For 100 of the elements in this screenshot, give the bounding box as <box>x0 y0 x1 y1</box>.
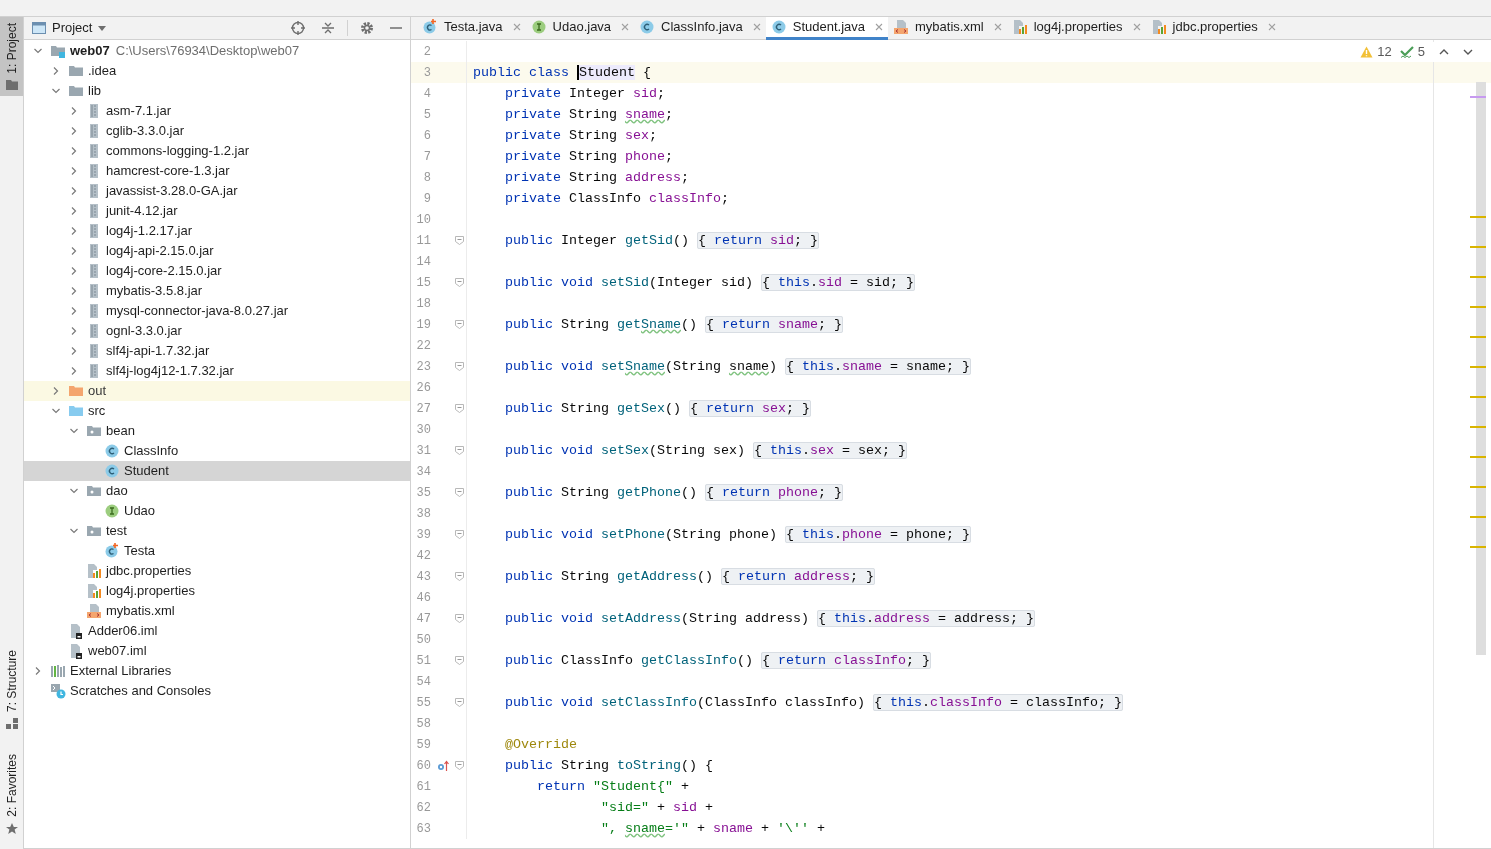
interface-icon <box>530 19 547 35</box>
tree-item[interactable]: Student <box>24 461 410 481</box>
editor-tab[interactable]: ClassInfo.java <box>634 17 766 40</box>
close-icon[interactable] <box>875 23 884 31</box>
fold-icon[interactable] <box>455 362 464 371</box>
tree-item[interactable]: Testa <box>24 541 410 561</box>
properties-file-icon <box>86 563 102 579</box>
scrollbar[interactable] <box>1476 82 1486 655</box>
close-icon[interactable] <box>752 23 761 31</box>
line-number: 23 <box>415 358 431 376</box>
line-number: 63 <box>415 820 431 838</box>
tree-item[interactable]: log4j-core-2.15.0.jar <box>24 261 410 281</box>
tree-item[interactable]: jdbc.properties <box>24 561 410 581</box>
tree-item[interactable]: log4j-1.2.17.jar <box>24 221 410 241</box>
tree-item[interactable]: src <box>24 401 410 421</box>
tree-item[interactable]: dao <box>24 481 410 501</box>
fold-icon[interactable] <box>455 446 464 455</box>
tree-item[interactable]: slf4j-log4j12-1.7.32.jar <box>24 361 410 381</box>
line-number: 7 <box>422 148 431 166</box>
line-number: 9 <box>422 190 431 208</box>
tree-item[interactable]: ognl-3.3.0.jar <box>24 321 410 341</box>
tree-item[interactable]: ClassInfo <box>24 441 410 461</box>
folder-icon <box>68 83 84 99</box>
tree-item[interactable]: log4j-api-2.15.0.jar <box>24 241 410 261</box>
package-icon <box>86 423 102 439</box>
close-icon[interactable] <box>1132 23 1141 31</box>
tree-item[interactable]: web07.iml <box>24 641 410 661</box>
editor-tab[interactable]: jdbc.properties <box>1145 17 1281 40</box>
fold-icon[interactable] <box>455 404 464 413</box>
editor-tab[interactable]: mybatis.xml <box>888 17 1007 40</box>
fold-icon[interactable] <box>455 236 464 245</box>
tree-item[interactable]: asm-7.1.jar <box>24 101 410 121</box>
tool-window-tab[interactable]: 7: Structure <box>0 644 23 737</box>
line-number: 27 <box>415 400 431 418</box>
file-icon <box>68 643 84 659</box>
fold-icon[interactable] <box>455 278 464 287</box>
fold-icon[interactable] <box>455 530 464 539</box>
close-icon[interactable] <box>621 23 630 31</box>
fold-icon[interactable] <box>455 488 464 497</box>
tree-item[interactable]: lib <box>24 81 410 101</box>
previous-icon[interactable] <box>1439 48 1449 56</box>
fold-icon[interactable] <box>455 320 464 329</box>
editor-tab[interactable]: log4j.properties <box>1006 17 1146 40</box>
tree-item[interactable]: Scratches and Consoles <box>24 681 410 701</box>
locate-icon[interactable] <box>291 21 305 35</box>
editor-tab[interactable]: Testa.java <box>417 17 526 40</box>
library-icon <box>50 663 66 679</box>
scratches-icon <box>50 683 66 699</box>
code-line: "sid=" + sid + <box>599 799 713 816</box>
line-number: 54 <box>415 673 431 691</box>
line-number: 42 <box>415 547 431 565</box>
star-icon <box>5 823 18 835</box>
tool-window-tab[interactable]: 2: Favorites <box>0 748 23 841</box>
tree-item[interactable]: mybatis.xml <box>24 601 410 621</box>
tree-item[interactable]: External Libraries <box>24 661 410 681</box>
tree-item[interactable]: bean <box>24 421 410 441</box>
tree-item[interactable]: slf4j-api-1.7.32.jar <box>24 341 410 361</box>
code-line: private String sname; <box>504 106 673 123</box>
tool-window-tab[interactable]: 1: Project <box>0 17 23 96</box>
tree-item[interactable]: commons-logging-1.2.jar <box>24 141 410 161</box>
collapse-all-icon[interactable] <box>321 21 335 35</box>
close-icon[interactable] <box>512 23 521 31</box>
fold-icon[interactable] <box>455 572 464 581</box>
fold-icon[interactable] <box>455 614 464 623</box>
close-icon[interactable] <box>1267 23 1276 31</box>
line-number: 26 <box>415 379 431 397</box>
line-number: 38 <box>415 505 431 523</box>
file-icon <box>68 623 84 639</box>
tree-item[interactable]: mysql-connector-java-8.0.27.jar <box>24 301 410 321</box>
tree-item[interactable]: .idea <box>24 61 410 81</box>
caret-icon <box>98 25 107 31</box>
close-icon[interactable] <box>993 23 1002 31</box>
line-number: 59 <box>415 736 431 754</box>
next-icon[interactable] <box>1463 48 1473 56</box>
class-icon <box>770 19 787 35</box>
tree-item[interactable]: javassist-3.28.0-GA.jar <box>24 181 410 201</box>
tree-item[interactable]: web07 C:\Users\76934\Desktop\web07 <box>24 41 410 61</box>
line-number: 60 <box>415 757 431 775</box>
tree-item[interactable]: Adder06.iml <box>24 621 410 641</box>
fold-icon[interactable] <box>455 656 464 665</box>
tree-item[interactable]: cglib-3.3.0.jar <box>24 121 410 141</box>
tree-item[interactable]: junit-4.12.jar <box>24 201 410 221</box>
warning-icon <box>1360 46 1374 58</box>
fold-icon[interactable] <box>455 698 464 707</box>
view-selector[interactable]: Project <box>52 18 107 38</box>
editor-tab[interactable]: Udao.java <box>525 17 635 40</box>
tree-item[interactable]: log4j.properties <box>24 581 410 601</box>
tree-item[interactable]: test <box>24 521 410 541</box>
settings-icon[interactable] <box>360 21 374 35</box>
code-line: private String phone; <box>504 148 673 165</box>
tree-item[interactable]: out <box>24 381 410 401</box>
code-line: public String toString() { <box>504 757 713 774</box>
tree-item[interactable]: hamcrest-core-1.3.jar <box>24 161 410 181</box>
fold-icon[interactable] <box>455 761 464 770</box>
override-icon[interactable] <box>437 759 449 772</box>
tree-item[interactable]: mybatis-3.5.8.jar <box>24 281 410 301</box>
code-line: public String getPhone() { return phone; } <box>504 484 843 501</box>
line-number: 35 <box>415 484 431 502</box>
editor-tab[interactable]: Student.java <box>765 17 889 40</box>
tree-item[interactable]: Udao <box>24 501 410 521</box>
